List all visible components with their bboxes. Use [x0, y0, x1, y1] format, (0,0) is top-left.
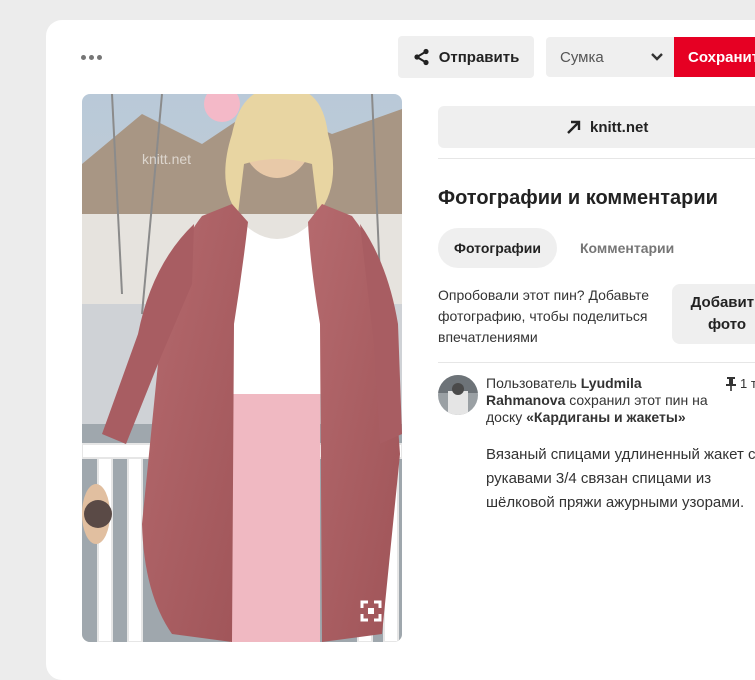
- save-button[interactable]: Сохранить: [674, 37, 755, 77]
- arrow-up-right-icon: [567, 120, 581, 134]
- section-title: Фотографии и комментарии: [438, 187, 718, 209]
- divider: [438, 362, 755, 363]
- save-label: Сохранить: [688, 48, 755, 66]
- tab-comments[interactable]: Комментарии: [580, 228, 674, 268]
- send-label: Отправить: [438, 48, 520, 66]
- activity-text: Пользователь Lyudmila Rahmanova сохранил…: [486, 375, 716, 426]
- source-link-button[interactable]: knitt.net: [438, 106, 755, 148]
- dot: [88, 54, 94, 60]
- try-pin-prompt: Опробовали этот пин? Добавьте фотографию…: [438, 287, 650, 345]
- add-photo-label-line1: Добавить: [690, 294, 755, 311]
- board-select[interactable]: Сумка: [546, 37, 674, 77]
- share-icon: [414, 48, 429, 66]
- pin-icon: [726, 376, 736, 391]
- pin-description: Вязаный спицами удлиненный жакет с рукав…: [486, 446, 755, 511]
- pin-count-value: 1 т: [740, 376, 755, 391]
- board-select-value: Сумка: [560, 48, 604, 66]
- more-options-button[interactable]: [78, 46, 104, 68]
- divider: [438, 158, 755, 159]
- expand-icon[interactable]: [360, 600, 382, 622]
- send-button[interactable]: Отправить: [398, 36, 534, 78]
- add-photo-label-line2: фото: [707, 316, 747, 333]
- add-photo-button[interactable]: Добавить фото: [672, 284, 755, 344]
- pin-photo: knitt.net: [82, 94, 402, 642]
- tab-photos[interactable]: Фотографии: [438, 228, 558, 268]
- activity-board-link[interactable]: «Кардиганы и жакеты»: [526, 409, 686, 425]
- activity-prefix: Пользователь: [486, 375, 581, 391]
- chevron-down-icon: [651, 53, 663, 61]
- avatar-image: [438, 375, 478, 415]
- image-watermark: knitt.net: [142, 151, 191, 167]
- pin-count: 1 т: [726, 376, 755, 391]
- dot: [80, 54, 86, 60]
- source-link-label: knitt.net: [590, 118, 649, 136]
- dot: [96, 54, 102, 60]
- avatar[interactable]: [438, 375, 478, 415]
- pin-image[interactable]: knitt.net: [82, 94, 402, 642]
